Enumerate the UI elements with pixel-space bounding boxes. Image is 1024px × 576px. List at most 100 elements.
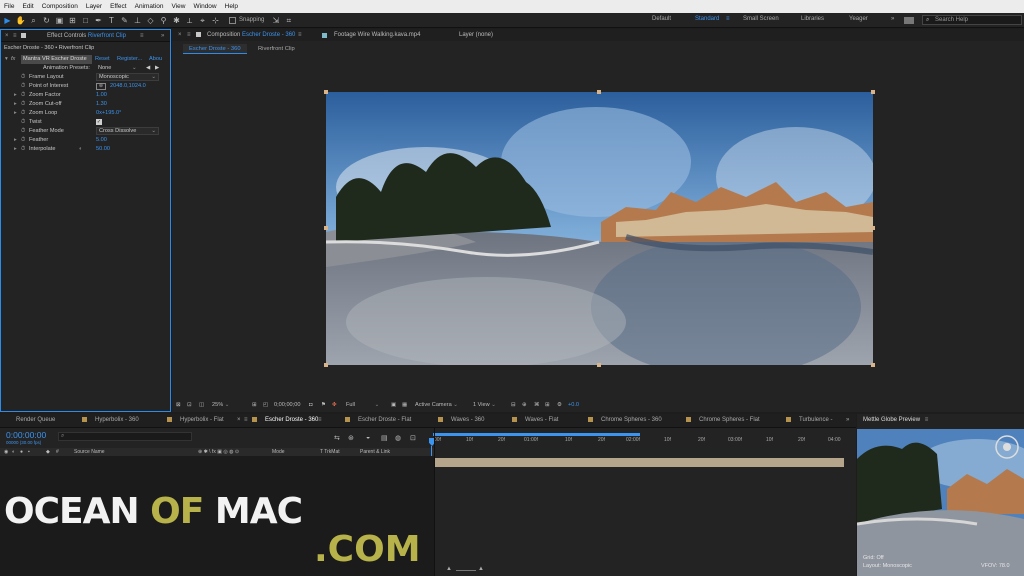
roto-brush-tool-icon[interactable]: ⚲ — [158, 15, 169, 26]
presets-chevron-icon[interactable]: ⌄ — [132, 64, 137, 73]
stopwatch-icon[interactable]: ⏱ — [21, 100, 25, 109]
zoom-slider[interactable] — [456, 570, 476, 571]
zoom-dropdown[interactable]: 25% ⌄ — [212, 399, 244, 411]
workspace-overflow-icon[interactable]: » — [891, 16, 894, 22]
workspace-small-screen[interactable]: Small Screen — [743, 16, 779, 22]
timeline-search-input[interactable]: ⌕ — [58, 432, 192, 441]
time-ruler[interactable]: 00f 10f 20f 01:00f 10f 20f 02:00f 10f 20… — [434, 437, 844, 449]
exposure-value[interactable]: +0.0 — [568, 399, 579, 411]
stopwatch-icon[interactable]: ⏱ — [21, 127, 25, 136]
transform-handle[interactable] — [597, 363, 601, 367]
tab-overflow-icon[interactable]: » — [846, 417, 849, 423]
panel-close-icon[interactable]: × — [178, 29, 182, 41]
menu-effect[interactable]: Effect — [110, 3, 127, 10]
flowchart-icon[interactable]: ⌘ — [534, 399, 540, 411]
transform-handle[interactable] — [871, 90, 875, 94]
expand-arrow-icon[interactable]: ▸ — [14, 136, 17, 145]
work-area-bar[interactable] — [433, 433, 640, 436]
transform-handle[interactable] — [324, 363, 328, 367]
toggle-pixel-aspect-icon[interactable]: ⊟ — [511, 399, 516, 411]
3d-renderer-icon[interactable]: ⊞ — [545, 399, 550, 411]
tab-hyperbolix-flat[interactable]: Hyperbolix - Flat — [167, 417, 224, 423]
layer-duration-bar[interactable] — [435, 458, 844, 467]
timeline-current-time[interactable]: 0:00:00:00 — [6, 430, 46, 440]
camera-dropdown[interactable]: Active Camera ⌄ — [415, 399, 467, 411]
motion-blur-icon[interactable]: ◍ — [395, 434, 401, 442]
zoom-out-icon[interactable]: ▲ — [446, 566, 452, 572]
effect-expand-icon[interactable]: ▾ — [5, 55, 8, 64]
tab-escher-droste-flat[interactable]: Escher Droste - Flat — [345, 417, 411, 423]
tab-chrome-spheres-360[interactable]: Chrome Spheres - 360 — [588, 417, 662, 423]
clone-stamp-tool-icon[interactable]: ⊥ — [132, 15, 143, 26]
local-axis-icon[interactable]: ⟂ — [184, 15, 195, 26]
color-channel-icon[interactable]: ✤ — [332, 399, 337, 411]
puppet-tool-icon[interactable]: ✱ — [171, 15, 182, 26]
tab-render-queue[interactable]: Render Queue — [16, 417, 55, 423]
tab-chrome-spheres-flat[interactable]: Chrome Spheres - Flat — [686, 417, 760, 423]
menu-animation[interactable]: Animation — [135, 3, 164, 10]
view-axis-icon[interactable]: ⊹ — [210, 15, 221, 26]
snapping-checkbox[interactable] — [229, 16, 236, 24]
grid-icon[interactable]: ⊞ — [252, 399, 257, 411]
expand-arrow-icon[interactable]: ▸ — [14, 91, 17, 100]
menu-view[interactable]: View — [172, 3, 186, 10]
twist-checkbox[interactable]: ✓ — [96, 119, 102, 125]
composition-tab[interactable]: Composition Escher Droste - 360 — [207, 29, 295, 41]
views-dropdown[interactable]: 1 View ⌄ — [473, 399, 509, 411]
menu-file[interactable]: File — [4, 3, 14, 10]
world-axis-icon[interactable]: ⌖ — [197, 15, 208, 26]
reset-exposure-icon[interactable]: ⚙ — [557, 399, 562, 411]
rectangle-tool-icon[interactable]: □ — [80, 15, 91, 26]
panel-menu-icon[interactable]: ≡ — [13, 30, 17, 42]
stopwatch-icon[interactable]: ⏱ — [21, 82, 25, 91]
menu-window[interactable]: Window — [194, 3, 217, 10]
stopwatch-icon[interactable]: ⏱ — [21, 73, 25, 82]
motion-blur-icon[interactable]: ⊕ — [522, 399, 527, 411]
feather-value[interactable]: 5.00 — [96, 136, 107, 145]
effect-name[interactable]: Mantra VR Escher Droste — [21, 55, 92, 64]
globe-preview-image[interactable] — [857, 429, 1024, 576]
tab-overflow-icon[interactable]: » — [161, 30, 164, 42]
tab-close-icon[interactable]: × — [237, 417, 241, 423]
pen-tool-icon[interactable]: ✒ — [93, 15, 104, 26]
always-preview-icon[interactable]: ⊠ — [176, 399, 181, 411]
workspace-yeager[interactable]: Yeager — [849, 16, 868, 22]
panel-menu-icon[interactable]: ≡ — [187, 29, 191, 41]
comp-mini-flowchart-icon[interactable]: ⇆ — [334, 434, 340, 442]
shy-layers-icon[interactable]: ◒ — [366, 434, 370, 441]
mask-visibility-icon[interactable]: ◫ — [199, 399, 204, 411]
point-of-interest-value[interactable]: 2048.0,1024.0 — [110, 82, 146, 91]
tab-waves-flat[interactable]: Waves - Flat — [512, 417, 558, 423]
frame-layout-dropdown[interactable]: Monoscopic ⌄ — [96, 73, 159, 81]
register-link[interactable]: Register... — [117, 55, 142, 64]
current-time[interactable]: 0;00;00;00 — [274, 399, 300, 411]
zoom-tool-icon[interactable]: ⌕ — [28, 15, 39, 26]
lock-icon[interactable] — [21, 33, 26, 38]
transform-handle[interactable] — [597, 90, 601, 94]
graph-editor-icon[interactable]: ⊡ — [410, 434, 416, 442]
transform-handle[interactable] — [324, 90, 328, 94]
snap-options-icon[interactable]: ⇲ — [270, 15, 281, 26]
eraser-tool-icon[interactable]: ◇ — [145, 15, 156, 26]
transform-handle[interactable] — [871, 226, 875, 230]
tab-menu-icon[interactable]: ≡ — [244, 417, 248, 423]
panel-close-icon[interactable]: × — [5, 30, 9, 42]
region-of-interest-icon[interactable]: ⊡ — [187, 399, 192, 411]
tab-menu-icon[interactable]: ≡ — [140, 30, 144, 42]
snapshot-icon[interactable]: ◘ — [309, 399, 312, 411]
fast-preview-icon[interactable]: ▣ — [391, 399, 396, 411]
transform-handle[interactable] — [871, 363, 875, 367]
menu-edit[interactable]: Edit — [22, 3, 33, 10]
hand-tool-icon[interactable]: ✋ — [15, 15, 26, 26]
expand-arrow-icon[interactable]: ▸ — [14, 145, 17, 154]
tab-escher-droste-360[interactable]: Escher Droste - 360 — [252, 417, 318, 423]
stopwatch-icon[interactable]: ⏱ — [21, 91, 25, 100]
subtab-escher-droste-360[interactable]: Escher Droste - 360 — [183, 44, 247, 54]
fx-badge-icon[interactable]: fx — [11, 55, 15, 64]
composition-viewer[interactable] — [326, 92, 873, 365]
expand-arrow-icon[interactable]: ▸ — [14, 100, 17, 109]
zoom-loop-value[interactable]: 0x+195.0° — [96, 109, 121, 118]
effect-controls-tab[interactable]: Effect Controls Riverfront Clip — [47, 30, 126, 42]
tab-waves-360[interactable]: Waves - 360 — [438, 417, 484, 423]
type-tool-icon[interactable]: T — [106, 15, 117, 26]
